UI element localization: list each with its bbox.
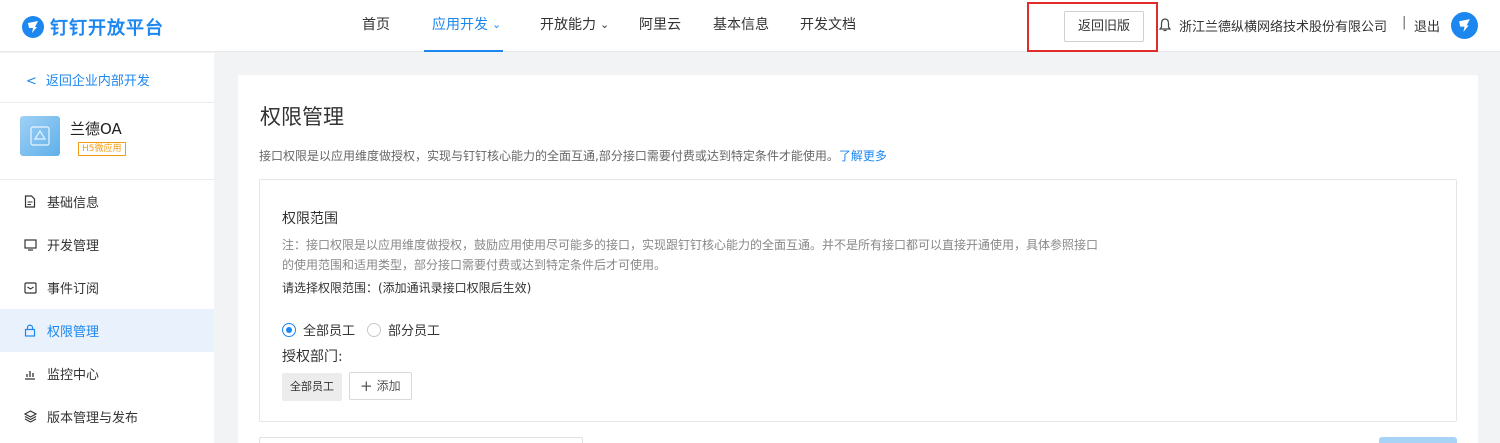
sidebar: < 返回企业内部开发 兰德OA H5微应用 基础信息 开发管理 事件订阅 权限管理…: [0, 53, 214, 443]
app-name: 兰德OA: [70, 120, 122, 138]
sidebar-item-version-release[interactable]: 版本管理与发布: [0, 395, 214, 438]
add-dept-button[interactable]: + 添加: [349, 372, 412, 400]
nav-docs-label: 开发文档: [800, 17, 856, 33]
sidebar-item-label: 开发管理: [47, 239, 100, 254]
layers-icon: [23, 410, 37, 424]
company-name[interactable]: 浙江兰德纵横网络技术股份有限公司: [1179, 16, 1387, 35]
monitor-icon: [23, 238, 37, 252]
chevron-down-icon: ⌄: [492, 18, 502, 31]
subscribe-icon: [23, 281, 37, 295]
permission-scope-section: 权限范围 注：接口权限是以应用维度做授权，鼓励应用使用尽可能多的接口，实现跟钉钉…: [259, 179, 1457, 422]
nav-docs[interactable]: 开发文档: [800, 0, 856, 52]
sidebar-item-event-subscribe[interactable]: 事件订阅: [0, 266, 214, 309]
sidebar-item-basic-info[interactable]: 基础信息: [0, 180, 214, 223]
plus-icon: +: [360, 377, 373, 395]
learn-more-link[interactable]: 了解更多: [839, 149, 887, 163]
bar-chart-icon: [23, 367, 37, 381]
sidebar-divider: [0, 102, 214, 103]
nav-basic-info[interactable]: 基本信息: [713, 0, 769, 52]
document-icon: [23, 195, 37, 209]
app-type-badge: H5微应用: [78, 142, 126, 156]
back-to-internal-dev-link[interactable]: < 返回企业内部开发: [26, 70, 150, 89]
nav-open-capability[interactable]: 开放能力 ⌄: [540, 0, 609, 52]
sidebar-item-label: 监控中心: [47, 368, 100, 383]
nav-aliyun-label: 阿里云: [639, 17, 681, 33]
add-label: 添加: [376, 379, 401, 393]
primary-action-button[interactable]: [1379, 437, 1457, 443]
nav-app-dev-label: 应用开发: [432, 17, 488, 33]
sidebar-item-permission-manage[interactable]: 权限管理: [0, 309, 214, 352]
return-old-version-button[interactable]: 返回旧版: [1064, 11, 1144, 42]
radio-partial-staff[interactable]: 部分员工: [367, 320, 440, 339]
search-input[interactable]: [259, 437, 583, 443]
page-description-text: 接口权限是以应用维度做授权，实现与钉钉核心能力的全面互通,部分接口需要付费或达到…: [259, 149, 839, 163]
radio-all-staff[interactable]: 全部员工: [282, 320, 355, 339]
authorized-dept-label: 授权部门:: [282, 349, 343, 365]
user-avatar[interactable]: [1451, 12, 1478, 39]
chevron-left-icon: <: [26, 74, 37, 89]
sidebar-item-dev-manage[interactable]: 开发管理: [0, 223, 214, 266]
scope-radio-group: 全部员工 部分员工: [282, 320, 452, 339]
bell-icon[interactable]: [1158, 17, 1172, 36]
radio-checked-icon: [282, 322, 296, 337]
sidebar-item-label: 事件订阅: [47, 282, 100, 297]
page-description: 接口权限是以应用维度做授权，实现与钉钉核心能力的全面互通,部分接口需要付费或达到…: [259, 147, 887, 164]
nav-open-capability-label: 开放能力: [540, 17, 596, 33]
nav-aliyun[interactable]: 阿里云: [639, 0, 681, 52]
radio-unchecked-icon: [367, 322, 382, 337]
sidebar-item-label: 版本管理与发布: [47, 411, 139, 426]
sidebar-item-label: 基础信息: [47, 196, 100, 211]
nav-home[interactable]: 首页: [362, 0, 390, 52]
header-separator: |: [1402, 15, 1407, 30]
nav-basic-info-label: 基本信息: [713, 17, 769, 33]
main-panel: 权限管理 接口权限是以应用维度做授权，实现与钉钉核心能力的全面互通,部分接口需要…: [238, 75, 1478, 443]
app-card: 兰德OA H5微应用: [20, 116, 126, 156]
radio-label: 全部员工: [303, 324, 356, 339]
scope-title: 权限范围: [282, 211, 338, 227]
highlight-box: 返回旧版: [1027, 2, 1158, 52]
nav-app-dev[interactable]: 应用开发 ⌄: [424, 0, 503, 52]
scope-prompt: 请选择权限范围：(添加通讯录接口权限后生效): [282, 281, 532, 295]
dingtalk-logo-icon: [22, 16, 44, 38]
logo[interactable]: 钉钉开放平台: [22, 14, 164, 40]
back-link-label: 返回企业内部开发: [45, 74, 150, 89]
app-icon: [20, 116, 60, 156]
top-header: 钉钉开放平台 首页 应用开发 ⌄ 开放能力 ⌄ 阿里云 基本信息 开发文档 返回旧版…: [0, 0, 1500, 52]
radio-label: 部分员工: [388, 324, 441, 339]
dingtalk-avatar-icon: [1459, 19, 1470, 32]
nav-home-label: 首页: [362, 17, 390, 33]
dept-chip: 全部员工: [282, 373, 342, 401]
scope-note: 注：接口权限是以应用维度做授权，鼓励应用使用尽可能多的接口，实现跟钉钉核心能力的…: [282, 238, 1099, 272]
sidebar-item-monitor-center[interactable]: 监控中心: [0, 352, 214, 395]
chevron-down-icon: ⌄: [600, 18, 610, 31]
logout-link[interactable]: 退出: [1414, 16, 1440, 35]
sidebar-item-label: 权限管理: [47, 325, 100, 340]
lock-icon: [23, 324, 37, 338]
logo-title: 钉钉开放平台: [50, 18, 164, 39]
page-title: 权限管理: [260, 105, 344, 129]
